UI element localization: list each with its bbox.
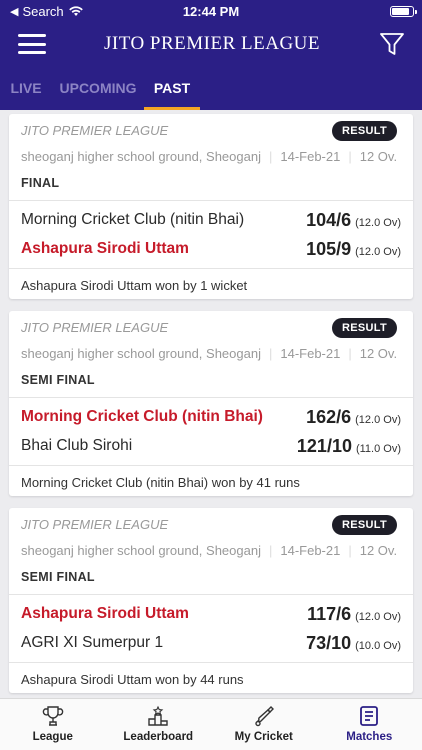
divider [9, 268, 413, 269]
divider [9, 465, 413, 466]
team-score: 104/6 (12.0 Ov) [306, 210, 401, 231]
league-name: JITO PREMIER LEAGUE [21, 123, 169, 138]
bottom-nav: League Leaderboard My Cricket Matches [0, 698, 422, 750]
cricket-bat-icon [255, 706, 274, 727]
match-overs: 12 Ov. [359, 149, 398, 164]
battery-icon [390, 5, 417, 17]
match-overs: 12 Ov. [359, 346, 398, 361]
nav-leaderboard[interactable]: Leaderboard [106, 699, 212, 750]
divider [9, 397, 413, 398]
carrier-label: Search [22, 3, 64, 19]
tab-live[interactable]: LIVE [0, 66, 52, 110]
tab-past[interactable]: PAST [144, 66, 200, 110]
scorecard-icon [360, 706, 379, 726]
match-result: Ashapura Sirodi Uttam won by 44 runs [21, 672, 244, 687]
score-overs: (12.0 Ov) [355, 413, 401, 426]
team-score: 121/10 (11.0 Ov) [297, 436, 401, 457]
wifi-icon [68, 6, 83, 16]
team-score: 73/10 (10.0 Ov) [306, 633, 401, 654]
match-card[interactable]: JITO PREMIER LEAGUE RESULT sheoganj high… [9, 508, 413, 693]
nav-matches[interactable]: Matches [317, 699, 422, 750]
nav-league[interactable]: League [0, 699, 106, 750]
nav-label: Leaderboard [123, 731, 194, 743]
tab-upcoming[interactable]: UPCOMING [52, 66, 144, 110]
team-score: 162/6 (12.0 Ov) [306, 407, 401, 428]
nav-label: My Cricket [234, 731, 293, 743]
score-runs: 162/6 [306, 406, 352, 427]
score-overs: (12.0 Ov) [355, 216, 401, 229]
team-name-winner: Ashapura Sirodi Uttam [21, 605, 189, 622]
match-stage: FINAL [21, 176, 60, 190]
divider [9, 594, 413, 595]
team-score: 105/9 (12.0 Ov) [306, 239, 401, 260]
score-runs: 121/10 [296, 435, 352, 456]
divider [9, 200, 413, 201]
score-overs: (11.0 Ov) [355, 442, 401, 455]
team-row: Ashapura Sirodi Uttam 117/6 (12.0 Ov) [21, 602, 401, 626]
venue: sheoganj higher school ground, Sheoganj [21, 346, 261, 361]
match-result: Morning Cricket Club (nitin Bhai) won by… [21, 475, 300, 490]
score-runs: 104/6 [306, 209, 352, 230]
match-date: 14-Feb-21 [280, 346, 341, 361]
match-tabs: LIVE UPCOMING PAST [0, 66, 422, 110]
match-card[interactable]: JITO PREMIER LEAGUE RESULT sheoganj high… [9, 114, 413, 299]
team-name: AGRI XI Sumerpur 1 [21, 634, 164, 651]
back-arrow-icon[interactable]: ◀ [10, 5, 18, 18]
status-badge: RESULT [332, 121, 397, 141]
score-runs: 73/10 [306, 632, 352, 653]
venue: sheoganj higher school ground, Sheoganj [21, 543, 261, 558]
status-badge: RESULT [332, 515, 397, 535]
podium-icon [148, 705, 168, 726]
score-overs: (12.0 Ov) [355, 245, 401, 258]
score-runs: 117/6 [307, 603, 352, 624]
match-overs: 12 Ov. [359, 543, 398, 558]
trophy-icon [42, 706, 64, 726]
divider [9, 662, 413, 663]
score-runs: 105/9 [306, 238, 352, 259]
team-row: AGRI XI Sumerpur 1 73/10 (10.0 Ov) [21, 631, 401, 655]
team-name-winner: Ashapura Sirodi Uttam [21, 240, 189, 257]
team-row: Morning Cricket Club (nitin Bhai) 162/6 … [21, 405, 401, 429]
team-name-winner: Morning Cricket Club (nitin Bhai) [21, 408, 263, 425]
league-name: JITO PREMIER LEAGUE [21, 320, 169, 335]
battery-level [392, 7, 410, 15]
hamburger-icon[interactable] [18, 34, 46, 54]
team-name: Bhai Club Sirohi [21, 437, 133, 454]
status-left: ◀ Search [10, 4, 84, 19]
match-stage: SEMI FINAL [21, 570, 95, 584]
score-overs: (10.0 Ov) [355, 639, 401, 652]
score-overs: (12.0 Ov) [355, 610, 401, 623]
match-info: sheoganj higher school ground, Sheoganj |… [21, 149, 398, 164]
match-card[interactable]: JITO PREMIER LEAGUE RESULT sheoganj high… [9, 311, 413, 496]
nav-my-cricket[interactable]: My Cricket [211, 699, 317, 750]
team-score: 117/6 (12.0 Ov) [307, 604, 401, 625]
filter-icon[interactable] [378, 30, 406, 58]
match-date: 14-Feb-21 [280, 149, 341, 164]
match-stage: SEMI FINAL [21, 373, 95, 387]
match-date: 14-Feb-21 [280, 543, 341, 558]
venue: sheoganj higher school ground, Sheoganj [21, 149, 261, 164]
nav-label: Matches [346, 731, 393, 743]
match-result: Ashapura Sirodi Uttam won by 1 wicket [21, 278, 248, 293]
league-name: JITO PREMIER LEAGUE [21, 517, 169, 532]
app-header: ◀ Search 12:44 PM JITO PREMIER LEAGUE LI… [0, 0, 422, 110]
match-info: sheoganj higher school ground, Sheoganj |… [21, 543, 398, 558]
team-row: Morning Cricket Club (nitin Bhai) 104/6 … [21, 208, 401, 232]
team-row: Ashapura Sirodi Uttam 105/9 (12.0 Ov) [21, 237, 401, 261]
nav-label: League [32, 731, 73, 743]
page-title: JITO PREMIER LEAGUE [103, 33, 321, 54]
team-row: Bhai Club Sirohi 121/10 (11.0 Ov) [21, 434, 401, 458]
app-bar: JITO PREMIER LEAGUE [0, 22, 422, 66]
team-name: Morning Cricket Club (nitin Bhai) [21, 211, 245, 228]
match-list: JITO PREMIER LEAGUE RESULT sheoganj high… [0, 110, 422, 698]
status-bar: ◀ Search 12:44 PM [0, 0, 422, 22]
status-badge: RESULT [332, 318, 397, 338]
match-info: sheoganj higher school ground, Sheoganj |… [21, 346, 398, 361]
